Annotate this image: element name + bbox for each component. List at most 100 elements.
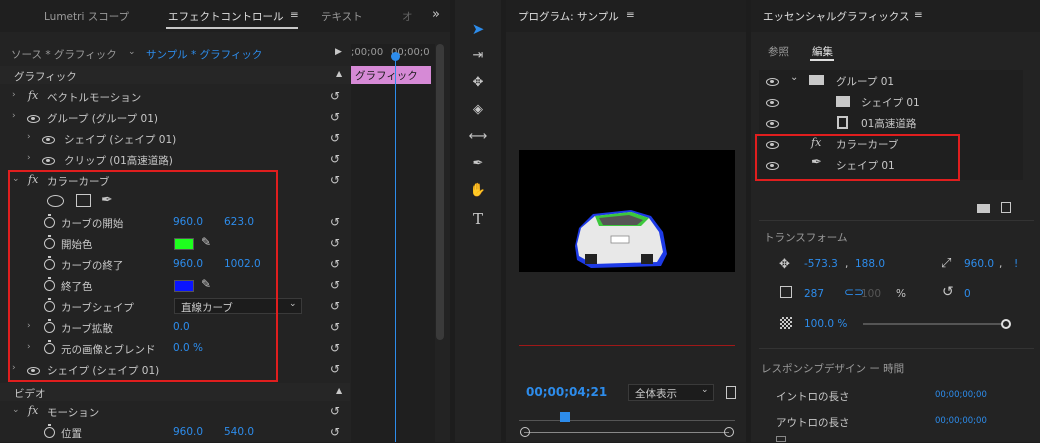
settings-partial-icon[interactable] [726, 386, 736, 399]
scrub-bar[interactable] [519, 420, 735, 421]
playhead-handle[interactable] [391, 52, 400, 61]
reset-icon[interactable]: ↺ [330, 425, 340, 439]
layer-row-clip[interactable]: 01高速道路 [759, 112, 1023, 133]
eye-icon[interactable] [42, 136, 55, 144]
zoom-bar[interactable] [524, 432, 729, 433]
reset-icon[interactable]: ↺ [330, 404, 340, 418]
opacity-slider-track[interactable] [863, 323, 1005, 325]
track-select-tool-icon[interactable]: ⇥ [466, 48, 490, 70]
reset-icon[interactable]: ↺ [330, 257, 340, 271]
eye-icon[interactable] [27, 115, 40, 123]
tab-text[interactable]: テキスト [321, 9, 363, 24]
collapse-chevron-icon[interactable]: ⌄ [12, 405, 20, 415]
sequence-label[interactable]: サンプル * グラフィック [146, 47, 262, 62]
mini-timeline[interactable]: ;00;00 00;00;0 グラフィック [351, 44, 435, 442]
eye-icon[interactable] [42, 157, 55, 165]
reset-icon[interactable]: ↺ [330, 89, 340, 103]
tab-effect-controls[interactable]: エフェクトコントロール [168, 9, 284, 24]
play-triangle-icon[interactable]: ▶ [335, 47, 342, 57]
opacity-slider-handle[interactable] [1001, 319, 1011, 329]
position-x-value[interactable]: -573.3 [804, 258, 838, 270]
vertical-scrollbar[interactable] [436, 44, 444, 340]
layer-clip-label: 01高速道路 [861, 118, 917, 130]
ripple-edit-tool-icon[interactable]: ✥ [466, 75, 490, 97]
tab-lumetri-scopes[interactable]: Lumetri スコープ [44, 9, 129, 24]
chevron-down-icon[interactable]: ⌄ [128, 47, 136, 57]
eye-icon[interactable] [766, 120, 779, 128]
expand-chevron-icon[interactable]: › [27, 132, 31, 142]
vector-motion-label: ベクトルモーション [47, 92, 142, 104]
row-vector-motion[interactable]: › fx ベクトルモーション ↺ [0, 86, 350, 107]
position-comma: , [845, 258, 849, 270]
tab-other[interactable]: オ [402, 9, 413, 24]
zoom-handle-right[interactable] [724, 427, 734, 437]
source-label[interactable]: ソース * グラフィック [11, 47, 117, 62]
selection-tool-icon[interactable]: ➤ [466, 20, 490, 42]
new-group-folder-icon[interactable] [977, 204, 990, 213]
film-icon [837, 116, 848, 129]
type-tool-icon[interactable]: T [466, 210, 490, 232]
reset-icon[interactable]: ↺ [330, 110, 340, 124]
program-title[interactable]: プログラム: サンプル [518, 9, 619, 24]
opacity-value[interactable]: 100.0 % [804, 318, 847, 330]
reset-icon[interactable]: ↺ [330, 320, 340, 334]
row-motion[interactable]: ⌄ fx モーション ↺ [0, 401, 350, 422]
reset-icon[interactable]: ↺ [330, 131, 340, 145]
reset-icon[interactable]: ↺ [330, 173, 340, 187]
reset-icon[interactable]: ↺ [330, 341, 340, 355]
reset-icon[interactable]: ↺ [330, 215, 340, 229]
row-clip[interactable]: › クリップ (01高速道路) ↺ [0, 149, 350, 170]
slip-tool-icon[interactable]: ⟷ [466, 129, 490, 151]
layer-row-group[interactable]: ⌄ グループ 01 [759, 70, 1023, 91]
program-viewer[interactable] [519, 150, 735, 272]
stopwatch-icon[interactable] [44, 424, 55, 438]
essential-title[interactable]: エッセンシャルグラフィックス [763, 9, 909, 24]
tab-browse[interactable]: 参照 [768, 44, 789, 59]
overflow-chevron-icon[interactable]: » [432, 7, 440, 22]
panel-menu-icon[interactable]: ≡ [290, 9, 299, 21]
rotation-value[interactable]: 0 [964, 288, 971, 300]
pin-checkbox[interactable] [776, 436, 786, 442]
expand-chevron-icon[interactable]: › [27, 153, 31, 163]
panel-menu-icon[interactable]: ≡ [626, 9, 635, 21]
hand-tool-icon[interactable]: ✋ [466, 183, 490, 205]
zoom-handle-left[interactable] [520, 427, 530, 437]
graphic-clip-bar[interactable]: グラフィック [351, 66, 431, 84]
reset-icon[interactable]: ↺ [330, 278, 340, 292]
source-header: ソース * グラフィック ⌄ サンプル * グラフィック ▶ [0, 44, 350, 64]
scale-value[interactable]: 287 [804, 288, 824, 300]
razor-tool-icon[interactable]: ◈ [466, 102, 490, 124]
intro-value[interactable]: 00;00;00;00 [935, 390, 987, 400]
collapse-triangle-icon[interactable]: ▲ [336, 69, 342, 78]
expand-chevron-icon[interactable]: › [12, 90, 16, 100]
layer-row-shape[interactable]: シェイプ 01 [759, 91, 1023, 112]
program-timecode[interactable]: 00;00;04;21 [526, 385, 607, 399]
collapse-triangle-icon[interactable]: ▲ [336, 386, 342, 395]
expand-chevron-icon[interactable]: › [12, 111, 16, 121]
anchor-x-value[interactable]: 960.0 [964, 258, 994, 270]
panel-menu-icon[interactable]: ≡ [914, 9, 923, 21]
edit-tab-underline [810, 59, 834, 61]
collapse-chevron-icon[interactable]: ⌄ [790, 72, 798, 83]
pen-tool-icon[interactable]: ✒ [466, 156, 490, 178]
reset-icon[interactable]: ↺ [330, 299, 340, 313]
scale-value-2[interactable]: 100 [861, 288, 881, 300]
scrub-playhead[interactable] [560, 412, 570, 422]
row-position[interactable]: 位置 960.0 540.0 ↺ [0, 422, 350, 443]
new-layer-icon[interactable] [1001, 202, 1011, 213]
playhead-line[interactable] [395, 52, 396, 442]
anchor-y-value[interactable]: ! [1014, 258, 1018, 270]
zoom-dropdown[interactable]: 全体表示 ⌄ [628, 384, 714, 401]
tab-edit[interactable]: 編集 [812, 44, 833, 59]
reset-icon[interactable]: ↺ [330, 152, 340, 166]
position-y[interactable]: 540.0 [224, 426, 254, 438]
position-y-value[interactable]: 188.0 [855, 258, 885, 270]
reset-icon[interactable]: ↺ [330, 362, 340, 376]
outro-value[interactable]: 00;00;00;00 [935, 416, 987, 426]
eye-icon[interactable] [766, 78, 779, 86]
eye-icon[interactable] [766, 99, 779, 107]
position-x[interactable]: 960.0 [173, 426, 203, 438]
reset-icon[interactable]: ↺ [330, 236, 340, 250]
row-shape[interactable]: › シェイプ (シェイプ 01) ↺ [0, 128, 350, 149]
row-group[interactable]: › グループ (グループ 01) ↺ [0, 107, 350, 128]
